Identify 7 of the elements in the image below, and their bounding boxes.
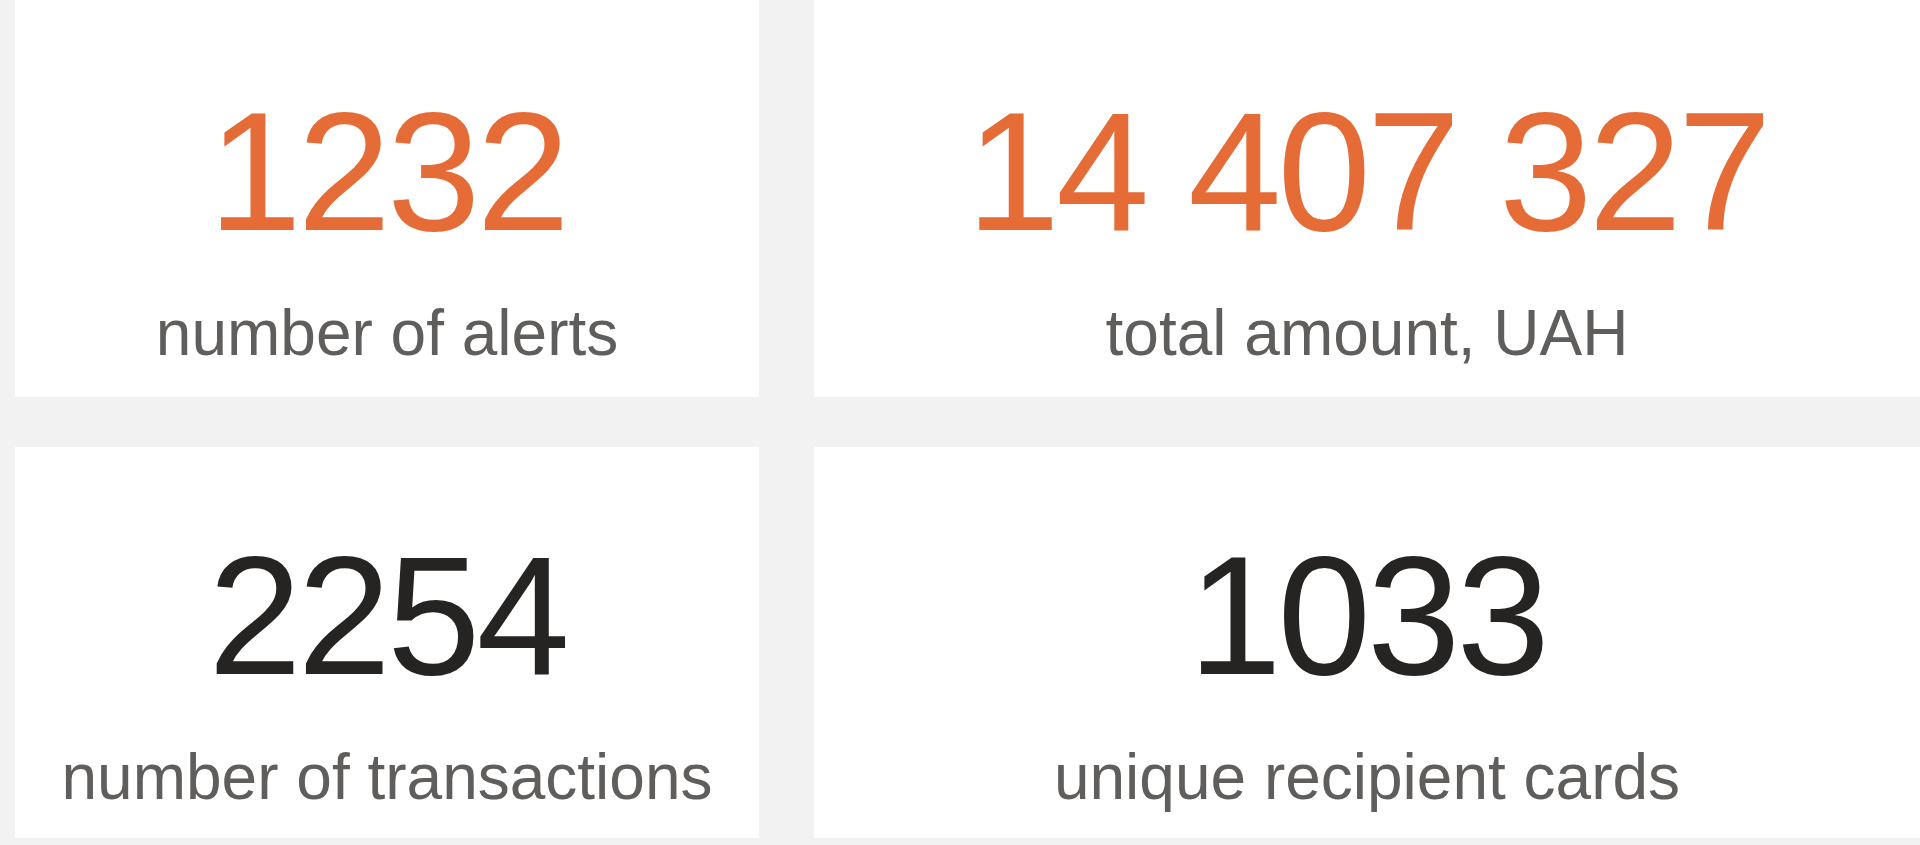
kpi-label: number of alerts	[155, 301, 619, 365]
kpi-value: 1033	[1188, 532, 1546, 700]
kpi-value: 1232	[208, 88, 566, 256]
kpi-label: number of transactions	[61, 745, 713, 809]
kpi-label: total amount, UAH	[1105, 301, 1629, 365]
kpi-value: 14 407 327	[966, 88, 1768, 256]
kpi-value: 2254	[208, 532, 566, 700]
